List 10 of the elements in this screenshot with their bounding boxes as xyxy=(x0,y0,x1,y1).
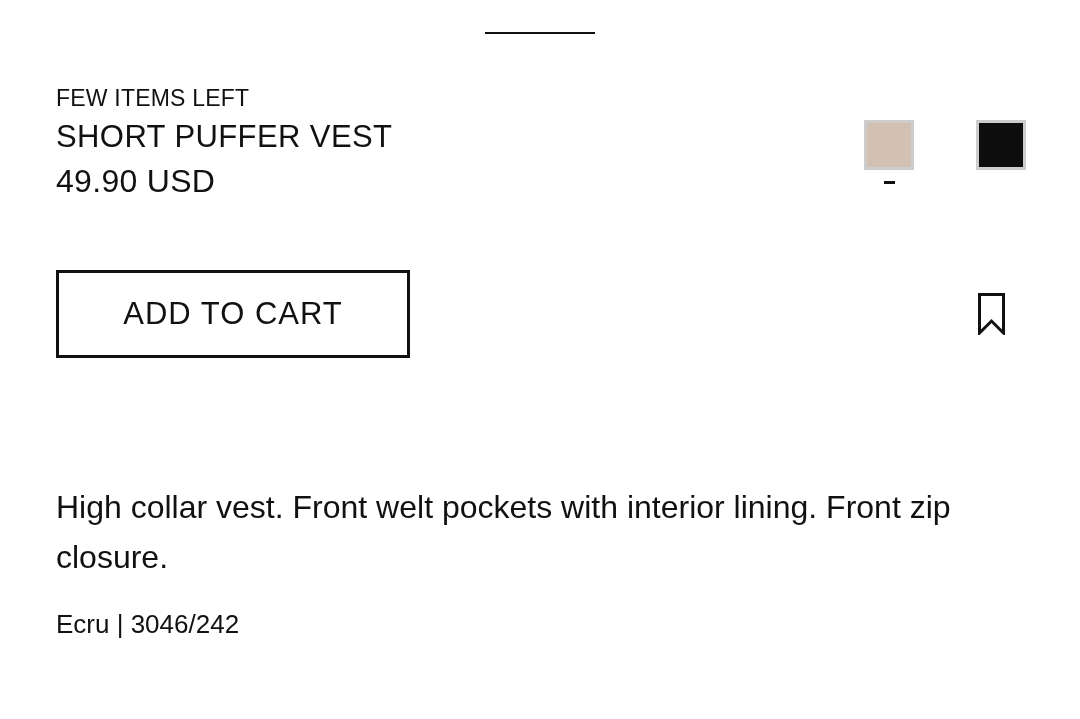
product-price: 49.90 USD xyxy=(56,162,217,201)
color-option[interactable] xyxy=(864,120,914,186)
product-description: High collar vest. Front welt pockets with interior lining. Front zip closure. xyxy=(56,488,952,577)
selected-dash-icon xyxy=(883,181,895,184)
stock-notice: FEW ITEMS LEFT xyxy=(56,84,251,112)
product-name: SHORT PUFFER VEST xyxy=(56,118,393,156)
color-and-reference: Ecru | 3046/242 xyxy=(56,608,241,641)
drag-handle[interactable] xyxy=(485,32,595,34)
bookmark-icon xyxy=(978,293,1005,335)
add-to-cart-button[interactable]: ADD TO CART xyxy=(56,270,410,358)
